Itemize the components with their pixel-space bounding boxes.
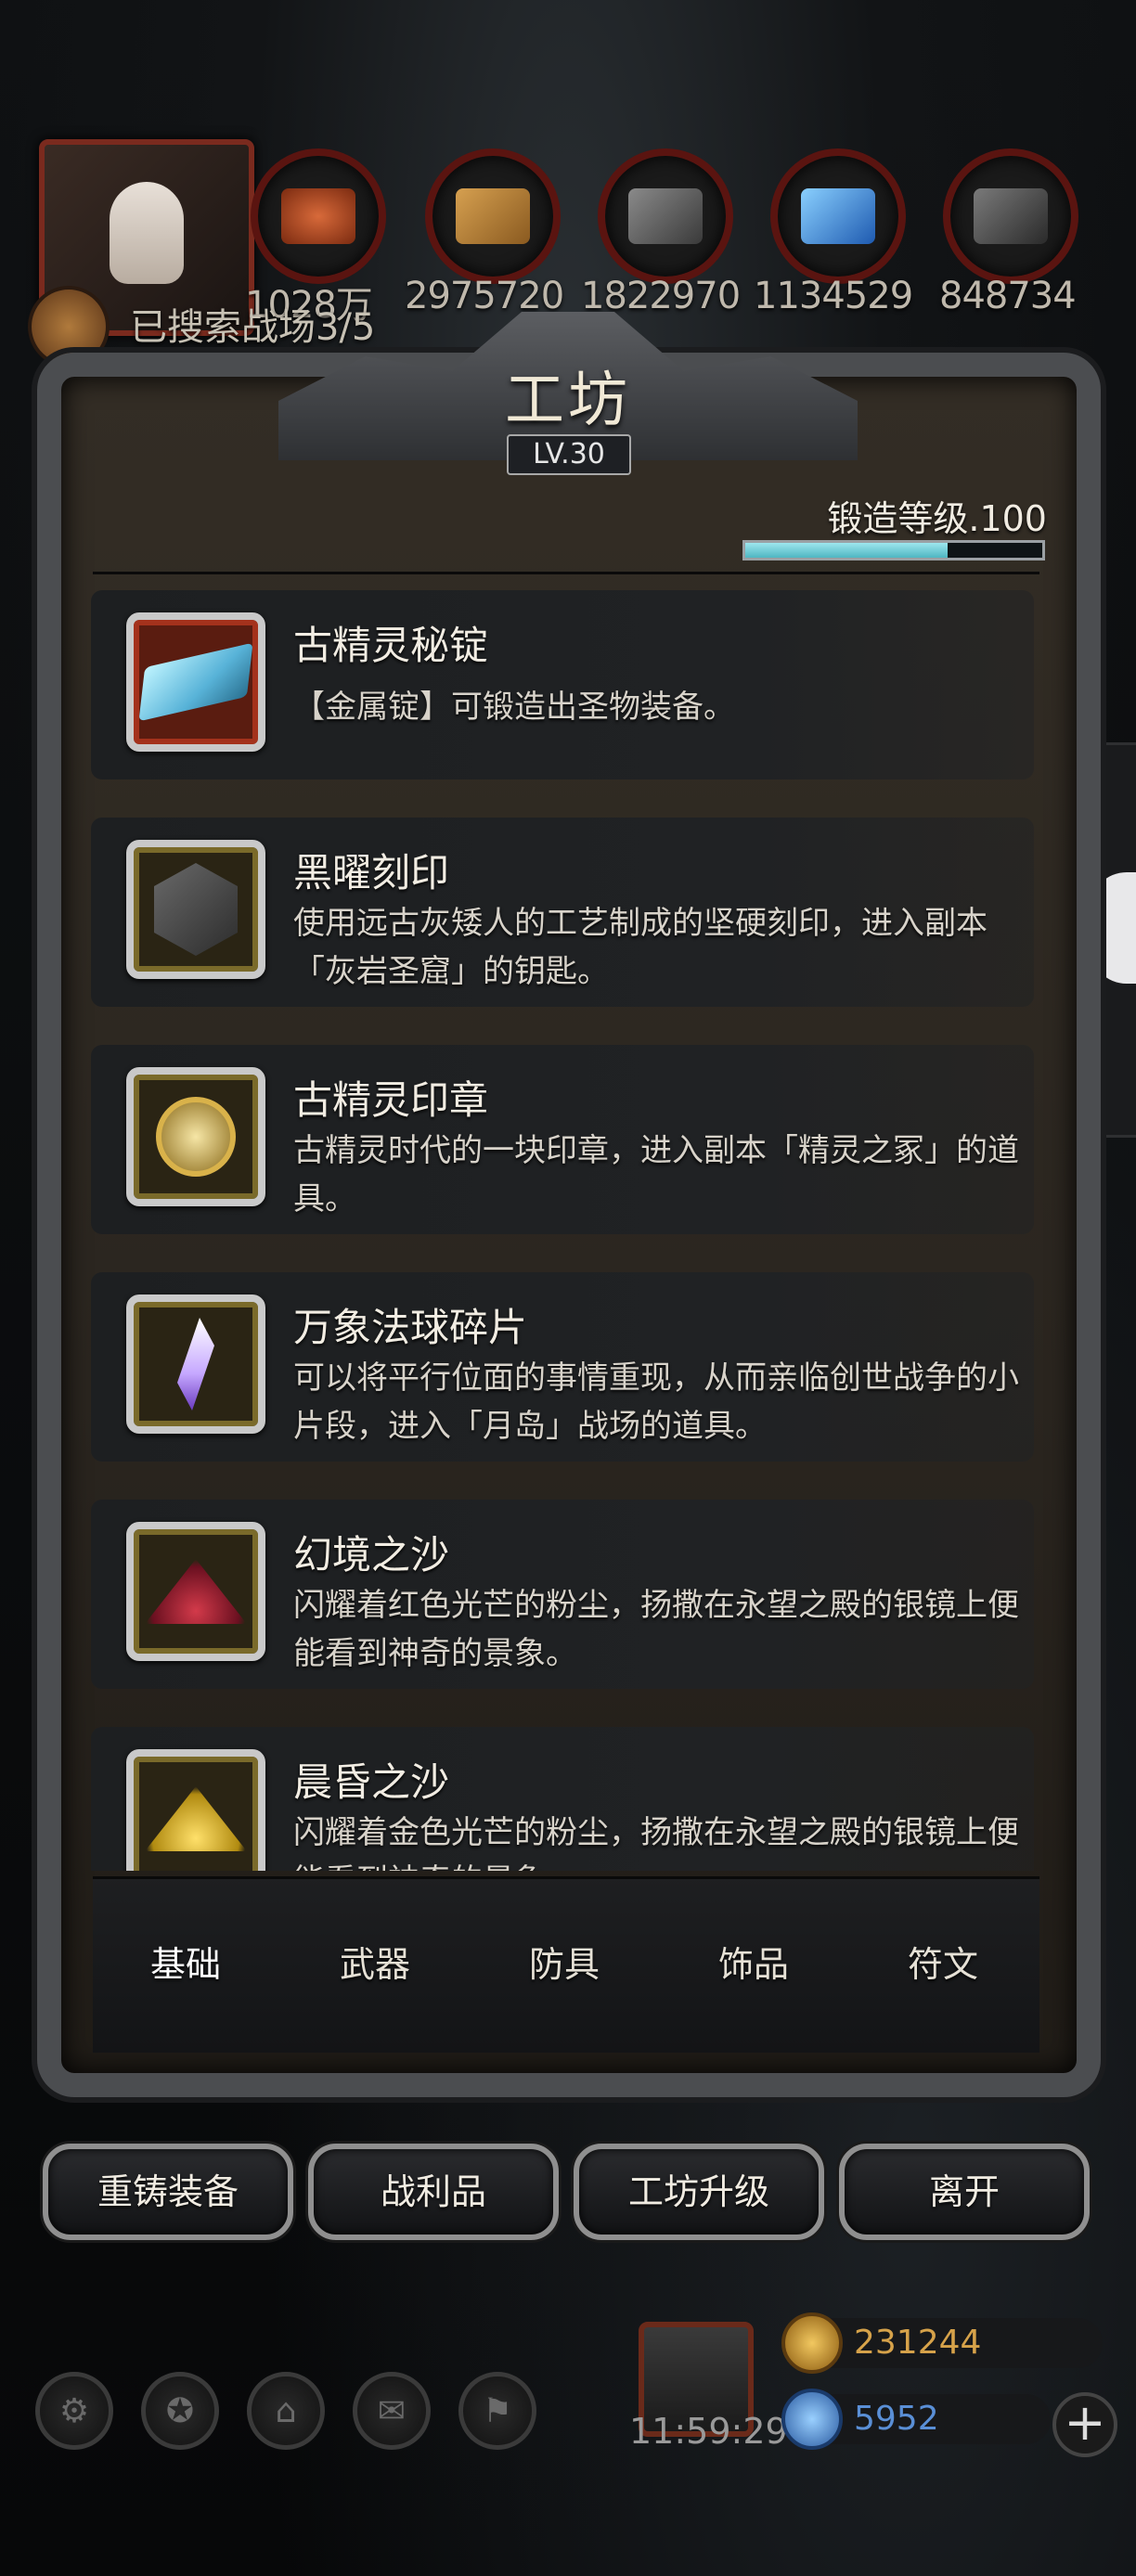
iron-resource-icon <box>943 148 1078 284</box>
gold-currency: 231244 <box>781 2312 1103 2374</box>
list-item[interactable]: 古精灵秘锭 【金属锭】可锻造出圣物装备。 <box>91 590 1034 779</box>
leave-button[interactable]: 离开 <box>839 2144 1090 2240</box>
iron-value: 848734 <box>939 275 1077 317</box>
gem-icon <box>781 2389 843 2450</box>
item-desc: 古精灵时代的一块印章，进入副本「精灵之冢」的道具。 <box>293 1132 1019 1217</box>
item-desc: 闪耀着金色光芒的粉尘，扬撒在永望之殿的银镜上便能看到神奇的景象。 <box>293 1814 1019 1871</box>
forge-level-label: 锻造等级.100 <box>827 498 1047 539</box>
list-item[interactable]: 幻境之沙 闪耀着红色光芒的粉尘，扬撒在永望之殿的银镜上便能看到神奇的景象。 <box>91 1500 1034 1689</box>
orb-shard-icon <box>177 1318 214 1410</box>
stone-value: 1822970 <box>581 275 741 317</box>
wood-resource-icon <box>425 148 561 284</box>
list-item[interactable]: 万象法球碎片 可以将平行位面的事情重现，从而亲临创世战争的小片段，进入「月岛」战… <box>91 1272 1034 1462</box>
item-name: 黑曜刻印 <box>293 850 450 895</box>
item-icon-frame <box>126 1749 265 1871</box>
forge-progress-fill <box>745 543 948 558</box>
loot-button[interactable]: 战利品 <box>308 2144 559 2240</box>
item-desc: 可以将平行位面的事情重现，从而亲临创世战争的小片段，进入「月岛」战场的道具。 <box>293 1359 1019 1445</box>
workshop-upgrade-button[interactable]: 工坊升级 <box>574 2144 824 2240</box>
tab-accessory[interactable]: 饰品 <box>661 1936 846 1987</box>
workshop-level-badge: LV.30 <box>507 434 631 475</box>
hero-icon[interactable]: ✪ <box>141 2372 219 2450</box>
mail-icon[interactable]: ✉ <box>353 2372 431 2450</box>
guild-icon[interactable]: ⌂ <box>247 2372 325 2450</box>
tab-armor[interactable]: 防具 <box>471 1936 657 1987</box>
tab-weapon[interactable]: 武器 <box>282 1936 468 1987</box>
tab-rune[interactable]: 符文 <box>850 1936 1036 1987</box>
crystal-resource-icon <box>770 148 906 284</box>
gem-value: 5952 <box>854 2400 939 2438</box>
tab-basic[interactable]: 基础 <box>93 1917 278 2005</box>
gem-currency: 5952 <box>781 2389 1051 2450</box>
item-desc: 【金属锭】可锻造出圣物装备。 <box>293 689 735 726</box>
wood-value: 2975720 <box>405 275 564 317</box>
item-icon-frame <box>126 1067 265 1206</box>
list-item[interactable]: 晨昏之沙 闪耀着金色光芒的粉尘，扬撒在永望之殿的银镜上便能看到神奇的景象。 <box>91 1727 1034 1871</box>
explore-progress-text: 已搜索战场3/5 <box>130 306 376 349</box>
item-list[interactable]: 古精灵秘锭 【金属锭】可锻造出圣物装备。 黑曜刻印 使用远古灰矮人的工艺制成的坚… <box>91 590 1034 1871</box>
tab-top-divider <box>93 1876 1039 1879</box>
list-item[interactable]: 黑曜刻印 使用远古灰矮人的工艺制成的坚硬刻印，进入副本「灰岩圣窟」的钥匙。 <box>91 818 1034 1007</box>
obsidian-seal-icon <box>154 863 238 956</box>
list-item[interactable]: 古精灵印章 古精灵时代的一块印章，进入副本「精灵之冢」的道具。 <box>91 1045 1034 1234</box>
item-icon-frame <box>126 612 265 752</box>
item-name: 万象法球碎片 <box>293 1305 528 1350</box>
ingot-icon <box>138 642 253 722</box>
item-desc: 闪耀着红色光芒的粉尘，扬撒在永望之殿的银镜上便能看到神奇的景象。 <box>293 1587 1019 1672</box>
meat-resource-icon <box>251 148 386 284</box>
item-icon-frame <box>126 1294 265 1434</box>
reforge-equipment-button[interactable]: 重铸装备 <box>43 2144 293 2240</box>
forge-progress-bar <box>742 540 1045 560</box>
crystal-value: 1134529 <box>754 275 913 317</box>
gold-sand-icon <box>145 1786 247 1851</box>
map-icon[interactable]: ⚑ <box>458 2372 536 2450</box>
item-name: 幻境之沙 <box>293 1532 450 1578</box>
gold-coin-icon <box>781 2312 843 2374</box>
item-name: 古精灵秘锭 <box>293 623 489 668</box>
add-currency-button[interactable]: + <box>1052 2392 1117 2457</box>
category-tab-bar: 基础 武器 防具 饰品 符文 <box>93 1876 1039 2053</box>
item-icon-frame <box>126 1522 265 1661</box>
item-name: 古精灵印章 <box>293 1077 489 1123</box>
avatar-portrait <box>110 182 184 284</box>
elf-emblem-icon <box>156 1097 236 1177</box>
gold-value: 231244 <box>854 2324 982 2362</box>
settings-icon[interactable]: ⚙ <box>35 2372 113 2450</box>
item-desc: 使用远古灰矮人的工艺制成的坚硬刻印，进入副本「灰岩圣窟」的钥匙。 <box>293 905 988 990</box>
list-top-divider <box>93 572 1039 574</box>
item-icon-frame <box>126 840 265 979</box>
stone-resource-icon <box>598 148 733 284</box>
gift-timer: 11:59:29 <box>629 2411 788 2452</box>
panel-title: 工坊 <box>505 367 631 435</box>
item-name: 晨昏之沙 <box>293 1759 450 1805</box>
red-sand-icon <box>145 1559 247 1624</box>
